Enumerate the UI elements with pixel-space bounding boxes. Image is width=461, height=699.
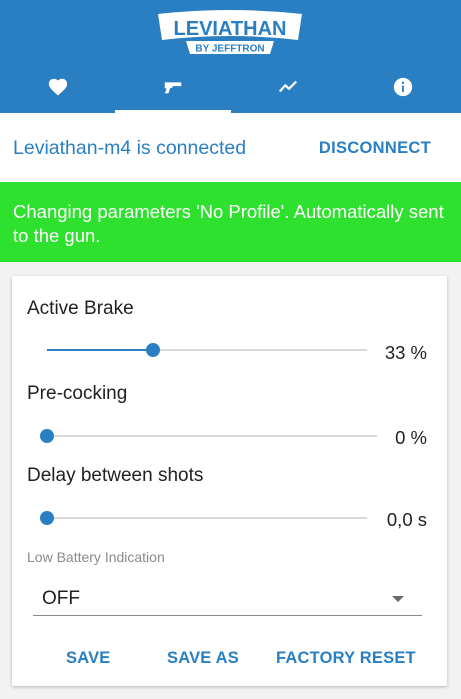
tab-gun-settings[interactable]	[115, 60, 231, 113]
delay-value: 0,0 s	[386, 509, 427, 530]
slider-thumb[interactable]	[40, 429, 54, 443]
dropdown-arrow-icon	[392, 596, 404, 602]
leviathan-logo: LEVIATHAN BY JEFFTRON	[158, 10, 302, 55]
low-battery-select[interactable]: OFF	[33, 578, 422, 616]
svg-text:BY JEFFTRON: BY JEFFTRON	[195, 44, 264, 55]
disconnect-button[interactable]: DISCONNECT	[319, 139, 431, 158]
info-icon	[394, 77, 413, 96]
low-battery-label: Low Battery Indication	[27, 549, 165, 565]
slider-thumb[interactable]	[145, 343, 160, 357]
save-button[interactable]: SAVE	[66, 649, 111, 668]
settings-card: Active Brake 33 % Pre-cocking 0 % Delay …	[12, 276, 447, 686]
active-brake-label: Active Brake	[27, 298, 134, 319]
status-banner: Changing parameters 'No Profile'. Automa…	[0, 182, 461, 262]
svg-text:LEVIATHAN: LEVIATHAN	[174, 18, 287, 40]
save-as-button[interactable]: SAVE AS	[167, 649, 239, 668]
app-header: LEVIATHAN BY JEFFTRON	[0, 0, 461, 113]
slider-thumb[interactable]	[40, 511, 54, 525]
heart-icon	[48, 78, 67, 96]
delay-label: Delay between shots	[27, 465, 204, 486]
connection-bar: Leviathan-m4 is connected DISCONNECT	[0, 113, 461, 182]
gun-icon	[164, 81, 182, 93]
tab-bar	[0, 60, 461, 113]
slider-fill	[47, 349, 153, 351]
active-brake-value: 33 %	[384, 342, 427, 363]
banner-text: Changing parameters 'No Profile'. Automa…	[13, 201, 444, 246]
tab-info[interactable]	[346, 60, 461, 113]
connection-status: Leviathan-m4 is connected	[13, 137, 247, 159]
delay-slider[interactable]	[40, 511, 367, 525]
active-brake-slider[interactable]	[47, 343, 367, 357]
pre-cocking-value: 0 %	[395, 427, 427, 448]
factory-reset-button[interactable]: FACTORY RESET	[276, 649, 416, 668]
tab-favorites[interactable]	[0, 60, 115, 113]
low-battery-selected: OFF	[42, 588, 80, 609]
pre-cocking-slider[interactable]	[40, 429, 377, 443]
pre-cocking-label: Pre-cocking	[27, 383, 128, 404]
tab-statistics[interactable]	[231, 60, 346, 113]
chart-line-icon	[279, 80, 298, 92]
